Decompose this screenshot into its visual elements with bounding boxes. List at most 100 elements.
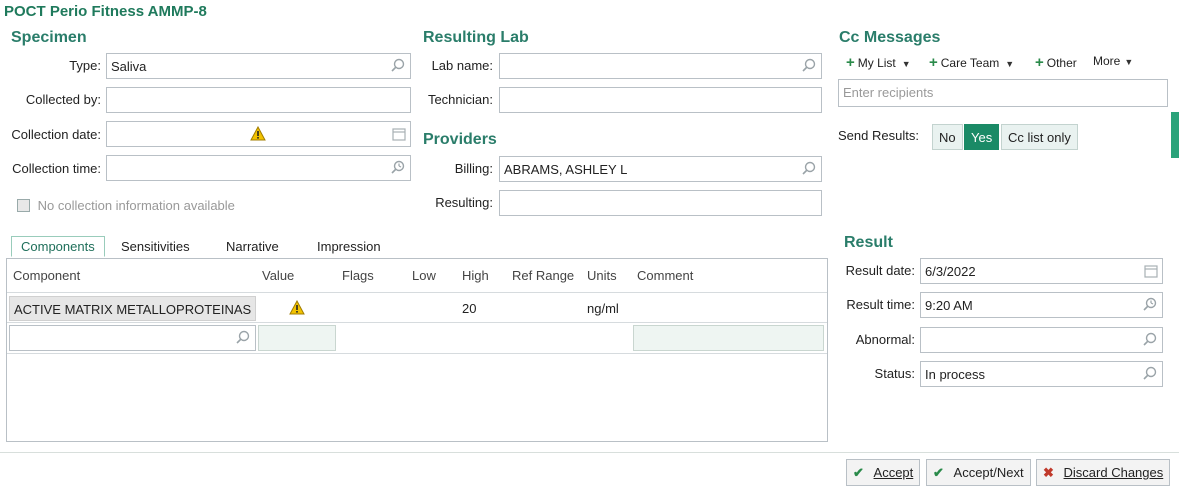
status-field[interactable]: In process [920,361,1163,387]
side-panel-handle[interactable] [1171,112,1179,158]
tab-narrative[interactable]: Narrative [226,236,279,257]
more-label: More [1093,54,1121,68]
type-value: Saliva [111,59,147,74]
send-no-button[interactable]: No [932,124,963,150]
status-label: Status: [874,366,915,381]
type-field[interactable]: Saliva [106,53,411,79]
result-time-field[interactable]: 9:20 AM [920,292,1163,318]
recipients-placeholder: Enter recipients [843,85,934,100]
send-yes-button[interactable]: Yes [964,124,1000,150]
collection-date-label: Collection date: [11,127,101,142]
collection-time-label: Collection time: [12,161,101,176]
search-icon[interactable] [801,58,817,74]
abnormal-field[interactable] [920,327,1163,353]
components-grid: Component Value Flags Low High Ref Range… [6,258,828,442]
search-icon[interactable] [1142,332,1158,348]
collected-by-label: Collected by: [25,92,101,107]
row-divider [7,353,827,354]
result-date-label: Result date: [845,263,915,278]
abnormal-label: Abnormal: [855,332,915,347]
discard-label: Discard Changes [1063,465,1164,480]
status-value: In process [925,367,985,382]
lab-name-label: Lab name: [431,58,493,73]
warning-icon [250,126,266,141]
collection-time-field[interactable] [106,155,411,181]
no-collection-label: No collection information available [37,198,235,214]
cc-messages-heading: Cc Messages [839,29,941,46]
warning-icon [289,300,305,315]
billing-value: ABRAMS, ASHLEY L [504,162,628,177]
row-divider [7,322,827,323]
send-results-label: Send Results: [838,128,919,143]
providers-heading: Providers [423,131,497,148]
tab-components[interactable]: Components [11,236,105,257]
care-team-label: Care Team [940,56,1000,70]
search-icon[interactable] [235,330,251,346]
tab-sensitivities[interactable]: Sensitivities [121,236,190,257]
result-date-field[interactable]: 6/3/2022 [920,258,1163,284]
result-time-label: Result time: [846,297,915,312]
header-divider [7,292,827,293]
search-icon[interactable] [801,161,817,177]
plus-icon: + [846,54,855,71]
plus-icon: + [1035,54,1044,71]
other-button[interactable]: + Other [1035,54,1077,71]
accept-next-label: Accept/Next [953,465,1024,480]
my-list-button[interactable]: + My List ▼ [846,54,911,71]
tab-impression[interactable]: Impression [317,236,381,257]
col-header-comment: Comment [637,268,694,283]
col-header-ref-range: Ref Range [512,268,575,283]
technician-label: Technician: [427,92,493,107]
checkmark-icon: ✔ [853,465,864,480]
close-icon: ✖ [1043,465,1054,480]
collected-by-field[interactable] [106,87,411,113]
window-title: POCT Perio Fitness AMMP-8 [4,3,207,20]
accept-label: Accept [873,465,914,480]
resulting-field[interactable] [499,190,822,216]
billing-label: Billing: [454,161,493,176]
units-cell[interactable]: ng/ml [587,301,619,316]
col-header-value: Value [262,268,295,283]
time-search-icon[interactable] [1142,297,1158,313]
technician-field[interactable] [499,87,822,113]
calendar-icon[interactable] [392,127,406,141]
col-header-low: Low [412,268,436,283]
billing-field[interactable]: ABRAMS, ASHLEY L [499,156,822,182]
high-cell[interactable]: 20 [462,301,476,316]
more-button[interactable]: More ▼ [1093,54,1133,68]
result-time-value: 9:20 AM [925,298,973,313]
new-value-input[interactable] [258,325,336,351]
care-team-button[interactable]: + Care Team ▼ [929,54,1014,71]
time-search-icon[interactable] [390,160,406,176]
search-icon[interactable] [390,58,406,74]
chevron-down-icon: ▼ [1005,59,1015,69]
lab-name-field[interactable] [499,53,822,79]
result-date-value: 6/3/2022 [925,264,976,279]
plus-icon: + [929,54,938,71]
discard-changes-button[interactable]: ✖ Discard Changes [1036,459,1171,486]
result-heading: Result [844,234,893,251]
checkmark-next-icon: ✔ [933,465,944,480]
col-header-units: Units [587,268,617,283]
calendar-icon[interactable] [1144,264,1158,278]
component-cell[interactable]: ACTIVE MATRIX METALLOPROTEINAS [9,296,256,321]
other-label: Other [1046,56,1077,70]
new-comment-input[interactable] [633,325,824,351]
new-component-input[interactable] [9,325,256,351]
chevron-down-icon: ▼ [901,59,911,69]
send-cc-only-button[interactable]: Cc list only [1001,124,1078,150]
accept-next-button[interactable]: ✔ Accept/Next [926,459,1031,486]
col-header-high: High [462,268,489,283]
recipients-input[interactable]: Enter recipients [838,79,1168,107]
no-collection-checkbox-row[interactable]: No collection information available [17,197,235,213]
col-header-component: Component [13,268,81,283]
collection-date-field[interactable] [106,121,411,147]
no-collection-checkbox[interactable] [17,199,30,213]
resulting-lab-heading: Resulting Lab [423,29,529,46]
type-label: Type: [69,58,101,73]
resulting-label: Resulting: [435,195,493,210]
accept-button[interactable]: ✔ Accept [846,459,921,486]
search-icon[interactable] [1142,366,1158,382]
chevron-down-icon: ▼ [1124,57,1134,67]
specimen-heading: Specimen [11,29,87,46]
